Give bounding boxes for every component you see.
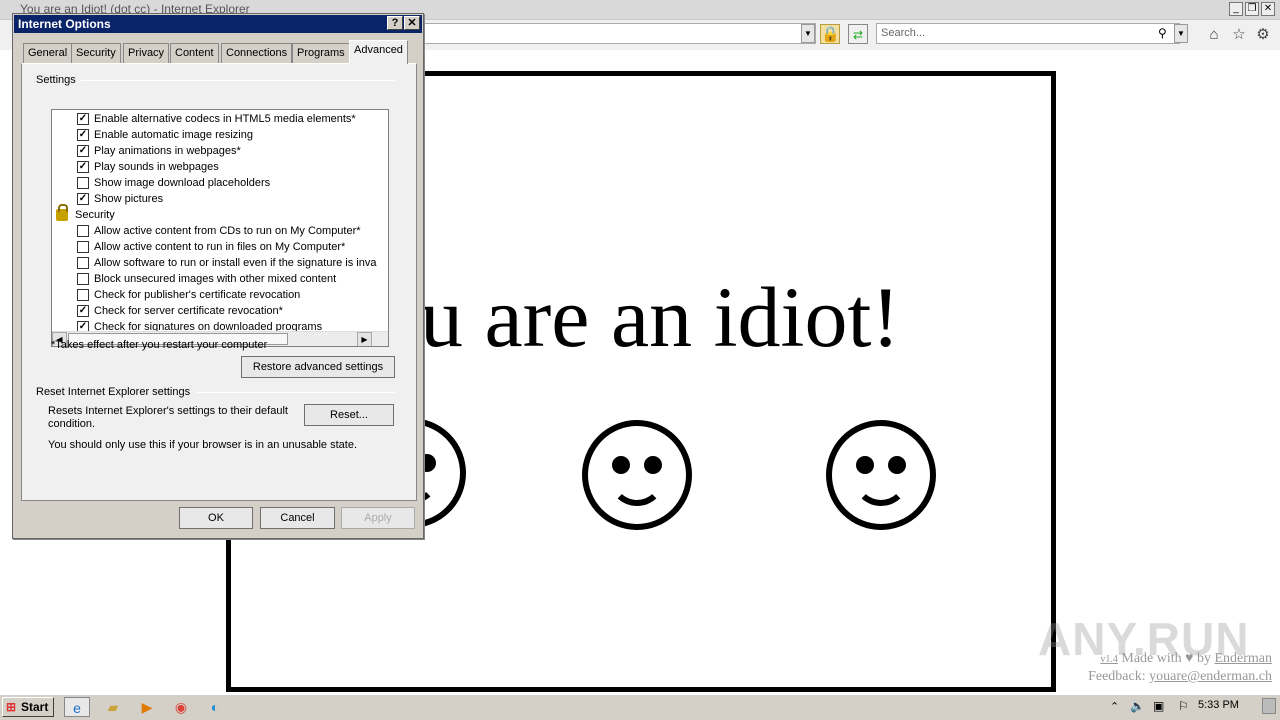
clock[interactable]: 5:33 PM [1198, 699, 1239, 711]
search-icon[interactable]: ⚲ [1158, 26, 1167, 40]
tab-privacy[interactable]: Privacy [123, 43, 170, 63]
setting-label: Play sounds in webpages [94, 161, 219, 173]
checkbox[interactable]: ✓ [77, 129, 89, 141]
media-player-taskbar-icon[interactable]: ▶ [134, 697, 160, 717]
checkbox[interactable] [77, 273, 89, 285]
setting-label: Check for publisher's certificate revoca… [94, 289, 301, 301]
help-button[interactable]: ? [387, 16, 403, 30]
home-icon[interactable]: ⌂ [1204, 25, 1224, 45]
gear-icon[interactable]: ⚙ [1253, 25, 1273, 45]
smiley-icon [826, 420, 936, 530]
ie-taskbar-icon[interactable]: e [64, 697, 90, 717]
reset-group-label: Reset Internet Explorer settings [36, 386, 191, 398]
show-desktop-button[interactable] [1262, 698, 1276, 714]
dialog-close-button[interactable]: ✕ [404, 16, 420, 30]
cancel-button[interactable]: Cancel [260, 507, 335, 529]
folder-taskbar-icon[interactable]: ▰ [100, 697, 126, 717]
setting-label: Show image download placeholders [94, 177, 271, 189]
checkbox[interactable] [77, 177, 89, 189]
tab-programs[interactable]: Programs [292, 43, 350, 63]
checkbox[interactable] [77, 257, 89, 269]
setting-label: Allow active content to run in files on … [94, 241, 346, 253]
apply-button[interactable]: Apply [341, 507, 415, 529]
chrome-taskbar-icon[interactable]: ◉ [168, 697, 194, 717]
setting-label: Enable automatic image resizing [94, 129, 253, 141]
checkbox[interactable] [77, 289, 89, 301]
windows-logo-icon: ⊞ [6, 700, 17, 714]
lock-icon[interactable]: 🔒 [820, 24, 840, 44]
credits: v1.4 Made with ♥ by Enderman Feedback: y… [1088, 650, 1272, 685]
checkbox[interactable]: ✓ [77, 113, 89, 125]
ok-button[interactable]: OK [179, 507, 253, 529]
setting-label: Show pictures [94, 193, 164, 205]
setting-label: Play animations in webpages* [94, 145, 241, 157]
feedback-label: Feedback: [1088, 669, 1146, 684]
favorites-star-icon[interactable]: ☆ [1229, 25, 1249, 45]
internet-options-dialog: Internet Options ? ✕ General Security Pr… [12, 13, 424, 539]
start-button[interactable]: ⊞ Start [2, 697, 54, 717]
checkbox[interactable] [77, 241, 89, 253]
start-label: Start [21, 700, 49, 714]
checkbox[interactable]: ✓ [77, 161, 89, 173]
credit-text: Made with ♥ by [1121, 651, 1211, 666]
settings-label: Settings [36, 74, 76, 86]
network-icon[interactable]: ▣ [1153, 699, 1164, 713]
checkbox[interactable]: ✓ [77, 193, 89, 205]
reset-button[interactable]: Reset... [304, 404, 394, 426]
tab-general[interactable]: General [23, 43, 73, 63]
flag-icon[interactable]: ⚐ [1178, 699, 1189, 713]
tab-content[interactable]: Content [170, 43, 219, 63]
checkbox[interactable]: ✓ [77, 145, 89, 157]
author-link[interactable]: Enderman [1214, 651, 1272, 666]
feedback-email-link[interactable]: youare@enderman.ch [1149, 669, 1272, 684]
browser-close-button[interactable]: ✕ [1261, 2, 1275, 16]
edge-taskbar-icon[interactable]: ◐ [202, 697, 228, 717]
address-bar[interactable] [420, 23, 816, 44]
reset-description: Resets Internet Explorer's settings to t… [48, 405, 288, 430]
smiley-icon [582, 420, 692, 530]
search-dropdown-button[interactable]: ▼ [1174, 24, 1188, 43]
tab-security[interactable]: Security [71, 43, 121, 63]
restore-advanced-settings-button[interactable]: Restore advanced settings [241, 356, 395, 378]
setting-label: Block unsecured images with other mixed … [94, 273, 337, 285]
checkbox[interactable]: ✓ [77, 305, 89, 317]
setting-label: Allow software to run or install even if… [94, 257, 377, 269]
address-dropdown-button[interactable]: ▼ [801, 24, 815, 43]
headline-text: ou are an idiot! [377, 269, 900, 365]
category-label: Security [75, 209, 115, 221]
scroll-right-button[interactable]: ▶ [357, 332, 372, 346]
restart-note: *Takes effect after you restart your com… [51, 339, 268, 351]
lock-icon [56, 204, 68, 221]
volume-icon[interactable]: 🔈 [1130, 699, 1145, 713]
tab-connections[interactable]: Connections [221, 43, 293, 63]
reset-warning: You should only use this if your browser… [48, 439, 357, 451]
search-input[interactable]: Search... [876, 23, 1180, 44]
chevron-up-icon[interactable]: ⌃ [1110, 700, 1119, 713]
setting-label: Allow active content from CDs to run on … [94, 225, 361, 237]
version-link[interactable]: v1.4 [1100, 654, 1118, 665]
setting-label: Check for server certificate revocation* [94, 305, 283, 317]
divider [81, 80, 395, 81]
dialog-title: Internet Options [14, 15, 422, 33]
restore-button[interactable]: ❐ [1245, 2, 1259, 16]
setting-label: Enable alternative codecs in HTML5 media… [94, 113, 356, 125]
minimize-button[interactable]: _ [1229, 2, 1243, 16]
refresh-icon[interactable]: ⇄ [848, 24, 868, 44]
tab-advanced[interactable]: Advanced [349, 40, 408, 64]
checkbox[interactable] [77, 225, 89, 237]
divider [197, 392, 395, 393]
settings-list[interactable]: ✓ Enable alternative codecs in HTML5 medi… [51, 109, 389, 347]
